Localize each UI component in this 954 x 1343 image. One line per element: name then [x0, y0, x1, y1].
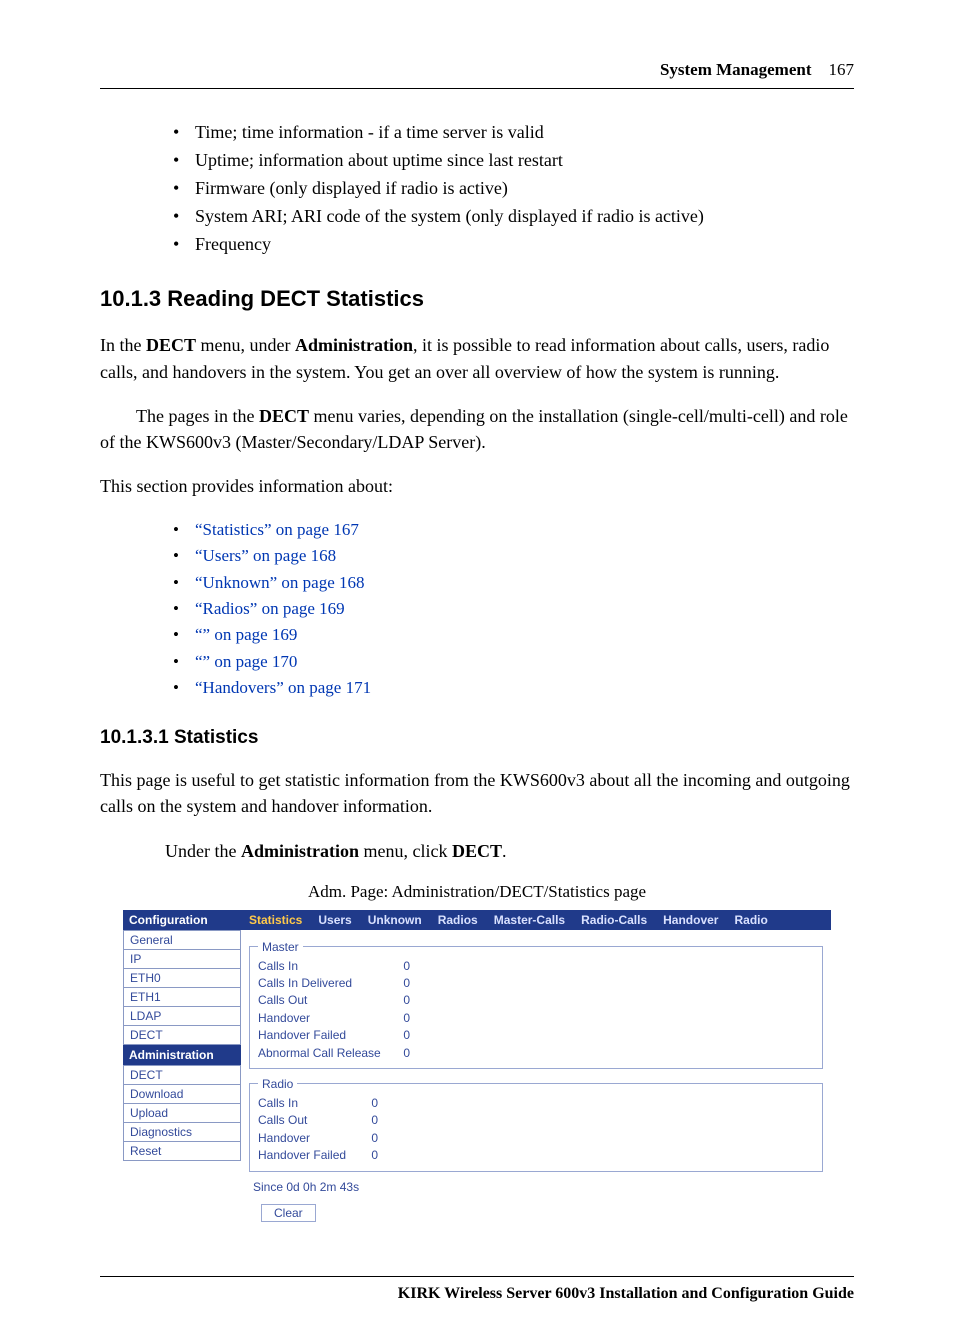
- paragraph: The pages in the DECT menu varies, depen…: [100, 403, 854, 455]
- clear-button[interactable]: Clear: [261, 1204, 316, 1222]
- stat-row: Calls In0: [258, 958, 814, 975]
- sidebar-item-dect-config[interactable]: DECT: [123, 1026, 241, 1045]
- stat-row: Handover Failed0: [258, 1147, 814, 1164]
- radio-fieldset: Radio Calls In0 Calls Out0 Handover0 Han…: [249, 1077, 823, 1172]
- bottom-rule: [100, 1276, 854, 1277]
- tab-handover[interactable]: Handover: [663, 913, 718, 927]
- master-legend: Master: [258, 940, 303, 954]
- stat-row: Handover0: [258, 1130, 814, 1147]
- tab-radio-calls[interactable]: Radio-Calls: [581, 913, 647, 927]
- tab-statistics[interactable]: Statistics: [249, 913, 302, 927]
- running-head-page: 167: [829, 60, 855, 79]
- xref-link[interactable]: “Users” on page 168: [195, 546, 336, 565]
- xref-link[interactable]: “Handovers” on page 171: [195, 678, 371, 697]
- sidebar-item-ip[interactable]: IP: [123, 950, 241, 969]
- sidebar-item-reset[interactable]: Reset: [123, 1142, 241, 1161]
- sidebar-head-administration: Administration: [123, 1045, 241, 1065]
- figure-caption: Adm. Page: Administration/DECT/Statistic…: [100, 882, 854, 902]
- xref-list: “Statistics” on page 167 “Users” on page…: [165, 517, 854, 701]
- sidebar-item-dect-admin[interactable]: DECT: [123, 1065, 241, 1085]
- intro-bullet: Uptime; information about uptime since l…: [165, 147, 854, 175]
- stat-row: Calls In Delivered0: [258, 975, 814, 992]
- sidebar: Configuration General IP ETH0 ETH1 LDAP …: [123, 910, 241, 1236]
- tab-master-calls[interactable]: Master-Calls: [494, 913, 565, 927]
- running-head-section: System Management: [660, 60, 812, 79]
- sidebar-item-eth1[interactable]: ETH1: [123, 988, 241, 1007]
- paragraph: In the DECT menu, under Administration, …: [100, 332, 854, 384]
- sidebar-item-ldap[interactable]: LDAP: [123, 1007, 241, 1026]
- master-fieldset: Master Calls In0 Calls In Delivered0 Cal…: [249, 940, 823, 1069]
- stat-row: Calls In0: [258, 1095, 814, 1112]
- since-label: Since 0d 0h 2m 43s: [253, 1180, 823, 1194]
- xref-link[interactable]: “Statistics” on page 167: [195, 520, 359, 539]
- intro-bullet: Time; time information - if a time serve…: [165, 119, 854, 147]
- xref-link[interactable]: “” on page 169: [195, 625, 297, 644]
- sidebar-item-download[interactable]: Download: [123, 1085, 241, 1104]
- admin-screenshot: Configuration General IP ETH0 ETH1 LDAP …: [123, 910, 831, 1236]
- sidebar-item-upload[interactable]: Upload: [123, 1104, 241, 1123]
- stat-row: Abnormal Call Release0: [258, 1045, 814, 1062]
- tab-radio[interactable]: Radio: [734, 913, 767, 927]
- paragraph: Under the Administration menu, click DEC…: [100, 838, 854, 864]
- xref-link[interactable]: “Unknown” on page 168: [195, 573, 365, 592]
- heading-10-1-3-1: 10.1.3.1 Statistics: [100, 727, 854, 749]
- paragraph: This page is useful to get statistic inf…: [100, 767, 854, 819]
- heading-10-1-3: 10.1.3 Reading DECT Statistics: [100, 286, 854, 312]
- sidebar-item-diagnostics[interactable]: Diagnostics: [123, 1123, 241, 1142]
- sidebar-item-eth0[interactable]: ETH0: [123, 969, 241, 988]
- tab-unknown[interactable]: Unknown: [368, 913, 422, 927]
- tab-users[interactable]: Users: [318, 913, 351, 927]
- tab-bar: Statistics Users Unknown Radios Master-C…: [241, 910, 831, 930]
- sidebar-item-general[interactable]: General: [123, 930, 241, 950]
- intro-bullet: Firmware (only displayed if radio is act…: [165, 175, 854, 203]
- radio-legend: Radio: [258, 1077, 297, 1091]
- intro-bullet: System ARI; ARI code of the system (only…: [165, 203, 854, 231]
- xref-link[interactable]: “Radios” on page 169: [195, 599, 345, 618]
- stats-panel: Master Calls In0 Calls In Delivered0 Cal…: [241, 930, 831, 1236]
- stat-row: Calls Out0: [258, 992, 814, 1009]
- tab-radios[interactable]: Radios: [438, 913, 478, 927]
- sidebar-head-configuration: Configuration: [123, 910, 241, 930]
- running-head: System Management 167: [100, 60, 854, 80]
- intro-bullet: Frequency: [165, 231, 854, 259]
- intro-bullet-list: Time; time information - if a time serve…: [165, 119, 854, 258]
- main-panel: Statistics Users Unknown Radios Master-C…: [241, 910, 831, 1236]
- stat-row: Handover0: [258, 1010, 814, 1027]
- xref-link[interactable]: “” on page 170: [195, 652, 297, 671]
- top-rule: [100, 88, 854, 89]
- footer-title: KIRK Wireless Server 600v3 Installation …: [100, 1285, 854, 1303]
- stat-row: Handover Failed0: [258, 1027, 814, 1044]
- paragraph: This section provides information about:: [100, 473, 854, 499]
- stat-row: Calls Out0: [258, 1112, 814, 1129]
